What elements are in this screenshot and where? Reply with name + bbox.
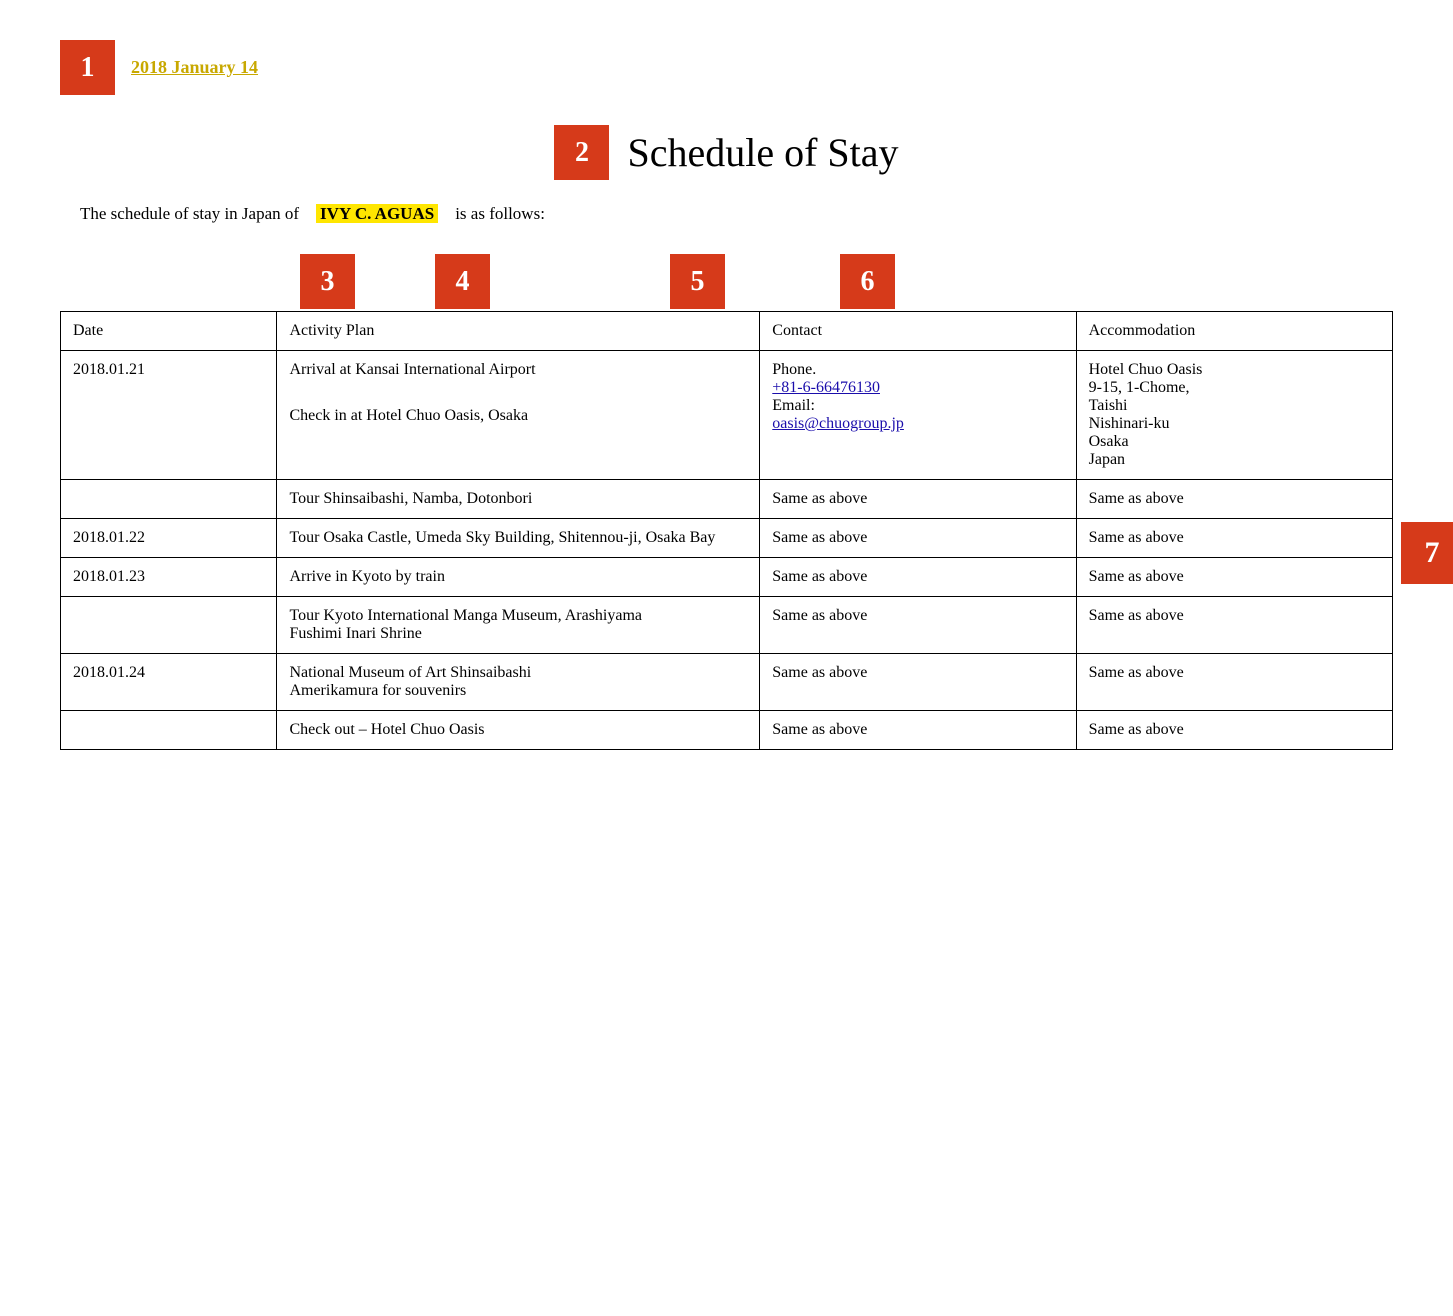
- column-badge-row: 3 4 5 6: [60, 254, 1393, 309]
- badge-2: 2: [554, 125, 609, 180]
- table-row: 2018.01.23Arrive in Kyoto by trainSame a…: [61, 558, 1393, 597]
- table-header-row: Date Activity Plan Contact Accommodation: [61, 312, 1393, 351]
- phone-link[interactable]: +81-6-66476130: [772, 379, 1063, 397]
- cell-accommodation: Hotel Chuo Oasis9-15, 1-Chome,TaishiNish…: [1076, 351, 1392, 480]
- cell-date: 2018.01.24: [61, 654, 277, 711]
- cell-accommodation: Same as above: [1076, 519, 1392, 558]
- cell-contact: Same as above: [760, 480, 1076, 519]
- cell-accommodation: Same as above: [1076, 480, 1392, 519]
- cell-date: 2018.01.22: [61, 519, 277, 558]
- badge-4: 4: [435, 254, 490, 309]
- cell-activity: Arrival at Kansai International AirportC…: [277, 351, 760, 480]
- table-row: Check out – Hotel Chuo OasisSame as abov…: [61, 711, 1393, 750]
- table-row: 2018.01.22Tour Osaka Castle, Umeda Sky B…: [61, 519, 1393, 558]
- cell-contact: Same as above: [760, 519, 1076, 558]
- col-header-activity: Activity Plan: [277, 312, 760, 351]
- cell-activity: Tour Kyoto International Manga Museum, A…: [277, 597, 760, 654]
- table-row: 2018.01.24National Museum of Art Shinsai…: [61, 654, 1393, 711]
- cell-date: 2018.01.21: [61, 351, 277, 480]
- cell-activity: Tour Osaka Castle, Umeda Sky Building, S…: [277, 519, 760, 558]
- cell-date: [61, 480, 277, 519]
- col-header-date: Date: [61, 312, 277, 351]
- traveler-name: IVY C. AGUAS: [316, 204, 438, 223]
- badge-6: 6: [840, 254, 895, 309]
- table-row: Tour Kyoto International Manga Museum, A…: [61, 597, 1393, 654]
- cell-accommodation: Same as above: [1076, 597, 1392, 654]
- cell-contact: Same as above: [760, 558, 1076, 597]
- cell-date: [61, 711, 277, 750]
- cell-activity: National Museum of Art ShinsaibashiAmeri…: [277, 654, 760, 711]
- cell-contact: Same as above: [760, 711, 1076, 750]
- cell-contact: Same as above: [760, 597, 1076, 654]
- cell-activity: Tour Shinsaibashi, Namba, Dotonbori: [277, 480, 760, 519]
- cell-activity: Check out – Hotel Chuo Oasis: [277, 711, 760, 750]
- cell-accommodation: Same as above: [1076, 711, 1392, 750]
- cell-date: 2018.01.23: [61, 558, 277, 597]
- document-date: 2018 January 14: [131, 57, 258, 78]
- page-title: Schedule of Stay: [627, 129, 898, 176]
- table-wrapper: Date Activity Plan Contact Accommodation…: [60, 311, 1393, 750]
- badge-3: 3: [300, 254, 355, 309]
- col-header-accommodation: Accommodation: [1076, 312, 1392, 351]
- badge-1: 1: [60, 40, 115, 95]
- cell-accommodation: Same as above: [1076, 654, 1392, 711]
- cell-contact: Phone.+81-6-66476130Email:oasis@chuogrou…: [760, 351, 1076, 480]
- cell-activity: Arrive in Kyoto by train: [277, 558, 760, 597]
- cell-date: [61, 597, 277, 654]
- table-row: Tour Shinsaibashi, Namba, DotonboriSame …: [61, 480, 1393, 519]
- cell-accommodation: Same as above: [1076, 558, 1392, 597]
- email-link[interactable]: oasis@chuogroup.jp: [772, 415, 904, 432]
- intro-post: is as follows:: [455, 204, 545, 223]
- schedule-table: Date Activity Plan Contact Accommodation…: [60, 311, 1393, 750]
- intro-pre: The schedule of stay in Japan of: [80, 204, 299, 223]
- cell-contact: Same as above: [760, 654, 1076, 711]
- badge-5: 5: [670, 254, 725, 309]
- col-header-contact: Contact: [760, 312, 1076, 351]
- intro-text: The schedule of stay in Japan of IVY C. …: [80, 204, 1393, 224]
- table-row: 2018.01.21Arrival at Kansai Internationa…: [61, 351, 1393, 480]
- badge-7: 7: [1401, 522, 1453, 584]
